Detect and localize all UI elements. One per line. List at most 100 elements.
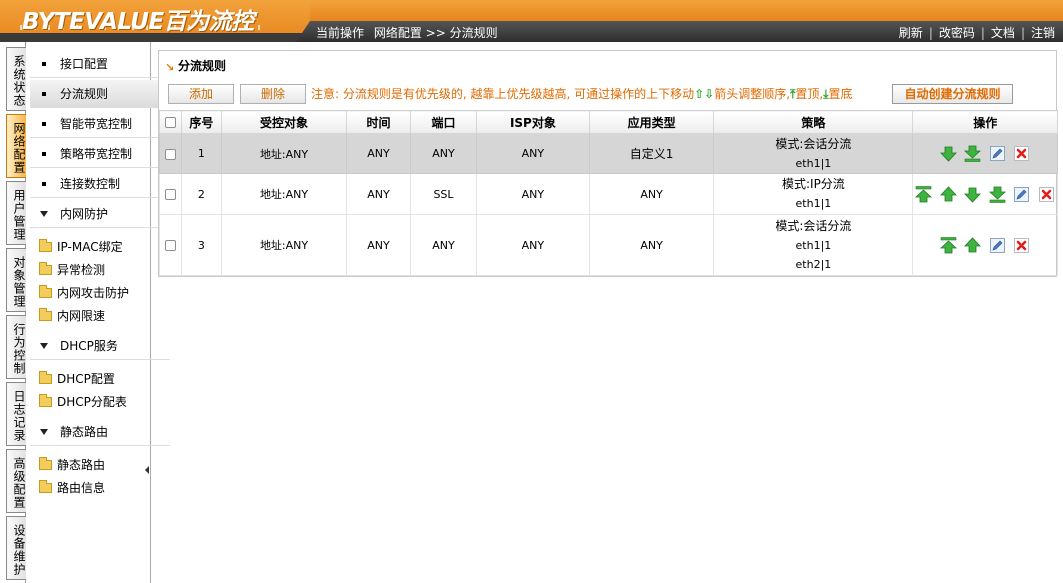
priority-note: 注意: 分流规则是有优先级的, 越靠上优先级越高, 可通过操作的上下移动⇧⇩箭头… — [311, 84, 853, 104]
menu-sub-label: DHCP分配表 — [57, 395, 127, 409]
column-header: ISP对象 — [475, 110, 590, 134]
docs-link[interactable]: 文档 — [991, 26, 1015, 40]
menu-sub-attack-protection[interactable]: 内网攻击防护 — [39, 283, 129, 303]
cell-isp: ANY — [475, 214, 590, 276]
tab-system-status[interactable]: 系统状态 — [6, 47, 26, 111]
strategy-mode: 模式:会话分流 — [775, 218, 852, 233]
menu-item-label: 分流规则 — [60, 87, 109, 101]
shunt-rules-panel: ↘ 分流规则 添加 删除 注意: 分流规则是有优先级的, 越靠上优先级越高, 可通… — [158, 50, 1058, 277]
tab-log-records[interactable]: 日志记录 — [6, 382, 26, 446]
select-all-checkbox[interactable] — [164, 117, 176, 128]
column-header: 应用类型 — [588, 110, 715, 134]
cell-port: SSL — [410, 173, 477, 215]
menu-sub-static-route[interactable]: 静态路由 — [39, 455, 105, 475]
menu-sub-dhcp-config[interactable]: DHCP配置 — [39, 369, 115, 389]
delete-icon[interactable] — [1013, 237, 1030, 254]
cell-object: 地址:ANY — [221, 173, 347, 215]
move-bottom-icon[interactable] — [964, 145, 982, 162]
tab-network-config[interactable]: 网络配置 — [6, 114, 26, 178]
menu-sub-anomaly-detection[interactable]: 异常检测 — [39, 260, 105, 280]
menu-item-connection-limit[interactable]: 连接数控制 — [30, 170, 170, 198]
move-bottom-icon[interactable] — [988, 186, 1006, 203]
header-top-bar — [310, 0, 1063, 21]
menu-sub-label: 内网限速 — [57, 309, 106, 323]
cell-app: 自定义1 — [588, 133, 715, 174]
strategy-line: eth1|1 — [795, 156, 832, 170]
column-header: 操作 — [912, 110, 1058, 134]
refresh-link[interactable]: 刷新 — [899, 26, 923, 40]
row-select-cell — [159, 214, 182, 276]
main-nav-tabs: 系统状态 网络配置 用户管理 对象管理 行为控制 日志记录 高级配置 设备维护 — [0, 42, 26, 583]
tab-advanced-config[interactable]: 高级配置 — [6, 449, 26, 513]
row-checkbox[interactable] — [164, 189, 176, 200]
menu-group-lan-protection[interactable]: 内网防护 — [30, 200, 170, 228]
menu-item-interface-config[interactable]: 接口配置 — [30, 50, 170, 78]
breadcrumb-path: 网络配置 >> 分流规则 — [373, 26, 498, 40]
cell-id: 3 — [180, 214, 223, 276]
menu-group-static-route[interactable]: 静态路由 — [30, 418, 170, 446]
move-up-icon[interactable] — [964, 236, 982, 254]
move-top-icon[interactable] — [939, 236, 957, 254]
strategy-line: eth2|1 — [795, 257, 832, 271]
move-down-icon[interactable] — [940, 145, 957, 162]
menu-sub-label: IP-MAC绑定 — [57, 240, 123, 254]
table-header: 序号 受控对象 时间 端口 ISP对象 应用类型 策略 操作 — [159, 110, 1058, 134]
menu-sub-dhcp-table[interactable]: DHCP分配表 — [39, 392, 127, 412]
brand-logo: BYTEVALUE百为流控 — [22, 9, 254, 35]
column-header: 受控对象 — [221, 110, 347, 134]
menu-group-label: 静态路由 — [60, 425, 109, 439]
triangle-down-icon — [40, 429, 48, 435]
menu-sub-ip-mac-binding[interactable]: IP-MAC绑定 — [39, 237, 123, 257]
tab-user-management[interactable]: 用户管理 — [6, 181, 26, 245]
bullet-icon — [42, 92, 46, 96]
edit-icon[interactable] — [989, 237, 1006, 254]
change-password-link[interactable]: 改密码 — [939, 26, 975, 40]
move-down-icon[interactable] — [964, 186, 982, 203]
cell-ops — [912, 133, 1058, 174]
folder-icon — [39, 239, 52, 252]
logo-stripe — [0, 33, 310, 42]
edit-icon[interactable] — [989, 145, 1006, 162]
delete-button[interactable]: 删除 — [240, 84, 306, 104]
row-checkbox[interactable] — [164, 240, 176, 251]
rules-table: 序号 受控对象 时间 端口 ISP对象 应用类型 策略 操作 1 地址:ANY … — [159, 110, 1058, 276]
corner-arrow-icon: ↘ — [165, 61, 175, 74]
cell-object: 地址:ANY — [221, 133, 347, 174]
table-row: 3 地址:ANY ANY ANY ANY ANY 模式:会话分流 eth1|1 … — [159, 214, 1058, 276]
edit-icon[interactable] — [1013, 186, 1030, 203]
collapse-sidebar-icon[interactable] — [145, 466, 149, 474]
cell-ops — [912, 214, 1058, 276]
note-text: 置底 — [828, 87, 853, 101]
column-header: 序号 — [180, 110, 223, 134]
tab-object-management[interactable]: 对象管理 — [6, 248, 26, 312]
strategy-line: eth1|1 — [795, 238, 832, 252]
menu-item-smart-bandwidth[interactable]: 智能带宽控制 — [30, 110, 170, 138]
delete-icon[interactable] — [1038, 186, 1055, 203]
row-checkbox[interactable] — [164, 148, 176, 160]
menu-group-dhcp[interactable]: DHCP服务 — [30, 332, 170, 360]
link-separator: | — [928, 26, 933, 40]
move-top-icon[interactable] — [915, 185, 933, 203]
menu-item-label: 连接数控制 — [60, 177, 121, 191]
menu-sub-route-info[interactable]: 路由信息 — [39, 478, 105, 498]
link-separator: | — [980, 26, 985, 40]
auto-create-rules-button[interactable]: 自动创建分流规则 — [892, 84, 1013, 104]
menu-sub-label: 内网攻击防护 — [57, 286, 130, 300]
tab-device-maintenance[interactable]: 设备维护 — [6, 516, 26, 580]
cell-strategy: 模式:会话分流 eth1|1 eth2|1 — [713, 214, 914, 276]
folder-icon — [39, 480, 52, 493]
menu-item-policy-bandwidth[interactable]: 策略带宽控制 — [30, 140, 170, 168]
menu-sub-label: 路由信息 — [57, 481, 106, 495]
cell-app: ANY — [588, 214, 715, 276]
delete-icon[interactable] — [1013, 145, 1030, 162]
panel-title-text: 分流规则 — [178, 59, 227, 73]
folder-icon — [39, 262, 52, 275]
move-up-icon[interactable] — [940, 185, 957, 203]
logo-area: BYTEVALUE百为流控 — [0, 0, 310, 42]
menu-sub-lan-rate-limit[interactable]: 内网限速 — [39, 306, 105, 326]
tab-behavior-control[interactable]: 行为控制 — [6, 315, 26, 379]
add-button[interactable]: 添加 — [168, 84, 234, 104]
cell-port: ANY — [410, 133, 477, 174]
logout-link[interactable]: 注销 — [1031, 26, 1055, 40]
menu-item-shunt-rules[interactable]: 分流规则 — [30, 80, 170, 108]
